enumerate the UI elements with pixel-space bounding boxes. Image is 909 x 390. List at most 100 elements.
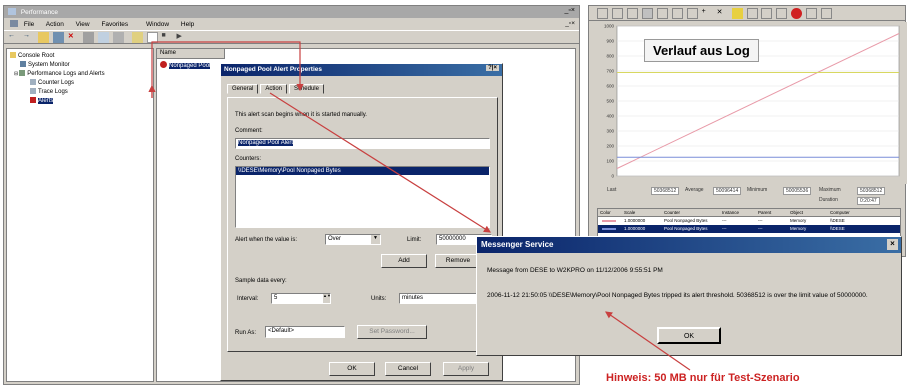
alert-item-icon [160, 61, 167, 68]
menu-action[interactable]: Action [46, 21, 64, 28]
y-tick-label: 800 [606, 54, 614, 59]
tab-general[interactable]: General [227, 84, 259, 94]
counters-list[interactable]: \\DESE\Memory\Pool Nonpaged Bytes [235, 166, 490, 228]
tab-schedule[interactable]: Schedule [288, 84, 324, 94]
view-report-icon[interactable] [686, 8, 698, 19]
ok-button[interactable]: OK [329, 362, 375, 376]
folder-icon [10, 52, 16, 58]
export-list-icon[interactable] [97, 32, 109, 43]
messenger-ok-button[interactable]: OK [657, 327, 721, 344]
remove-button[interactable]: Remove [435, 254, 481, 268]
up-folder-icon[interactable] [37, 32, 49, 43]
set-password-button[interactable]: Set Password... [357, 325, 427, 339]
message-body: 2006-11-12 21:50:05 \\DESE\Memory\Pool N… [487, 292, 868, 299]
tree-console-root[interactable]: Console Root [10, 52, 150, 61]
y-tick-label: 400 [606, 114, 614, 119]
col-parent[interactable]: Parent [758, 210, 771, 215]
col-instance[interactable]: Instance [722, 210, 739, 215]
y-tick-label: 700 [606, 69, 614, 74]
limit-label: Limit: [407, 237, 422, 243]
delete-icon[interactable]: ✕ [68, 32, 79, 43]
tree-counter-logs[interactable]: Counter Logs [10, 79, 150, 88]
dialog-help-close[interactable]: ?|× [486, 65, 499, 71]
clear-display-icon[interactable] [611, 8, 623, 19]
sample-label: Sample data every: [235, 278, 287, 284]
alert-properties-dialog: Nonpaged Pool Alert Properties ?|× Gener… [220, 63, 503, 381]
stop-icon[interactable]: ■ [162, 32, 173, 43]
view-histogram-icon[interactable] [671, 8, 683, 19]
properties-icon[interactable] [82, 32, 94, 43]
start-icon[interactable]: ▶ [176, 32, 187, 43]
menu-window[interactable]: Window [146, 21, 169, 28]
menu-favorites[interactable]: Favorites [101, 21, 128, 28]
new-counter-set-icon[interactable] [597, 8, 608, 19]
menu-view[interactable]: View [76, 21, 90, 28]
inner-window-controls[interactable]: _▫× [565, 20, 575, 27]
add-button[interactable]: Add [381, 254, 427, 268]
apply-button[interactable]: Apply [443, 362, 489, 376]
tree-system-monitor[interactable]: System Monitor [10, 61, 150, 70]
tree-perf-logs-alerts[interactable]: ⊟ Performance Logs and Alerts [10, 70, 150, 79]
help-icon[interactable] [112, 32, 124, 43]
toolbar: ← → ✕ ■ ▶ [4, 30, 579, 44]
runas-field[interactable]: <Default> [265, 326, 345, 338]
chart-toolbar: + ✕ [589, 6, 905, 21]
hint-text: Hinweis: 50 MB nur für Test-Szenario [606, 372, 800, 384]
highlight-icon[interactable] [731, 8, 743, 19]
table-row[interactable]: 1.0000000 Pool Nonpaged Bytes --- --- Me… [598, 225, 900, 233]
interval-field[interactable]: 5 ▲▼ [271, 293, 331, 304]
comment-field[interactable]: Nonpaged Pool Alert [235, 138, 490, 149]
dropdown-arrow-icon[interactable]: ▼ [371, 235, 380, 244]
freeze-display-icon[interactable] [791, 8, 803, 19]
cancel-button[interactable]: Cancel [385, 362, 431, 376]
menu-help[interactable]: Help [181, 21, 194, 28]
window-controls[interactable]: _▫× [565, 7, 575, 14]
new-log-icon[interactable] [131, 32, 143, 43]
col-scale[interactable]: Scale [624, 210, 635, 215]
chart-help-icon[interactable] [821, 8, 833, 19]
row-color-swatch [602, 220, 616, 222]
alert-when-label: Alert when the value is: [235, 237, 298, 243]
y-tick-label: 300 [606, 129, 614, 134]
units-label: Units: [371, 296, 387, 302]
paste-counter-icon[interactable] [761, 8, 773, 19]
back-icon[interactable]: ← [8, 32, 19, 43]
add-counter-icon[interactable]: + [702, 8, 713, 19]
counter-table-header: Color Scale Counter Instance Parent Obje… [598, 209, 900, 217]
tree-alerts[interactable]: Alerts [10, 97, 150, 106]
properties-icon[interactable] [776, 8, 788, 19]
spinner-icon[interactable]: ▲▼ [323, 294, 330, 303]
comment-label: Comment: [235, 128, 263, 134]
view-log-icon[interactable] [641, 8, 653, 19]
menu-bar: File Action View Favorites Window Help _… [4, 18, 579, 30]
menu-file[interactable]: File [24, 21, 34, 28]
list-header[interactable]: Name [157, 49, 225, 59]
update-data-icon[interactable] [806, 8, 818, 19]
view-graph-icon[interactable] [656, 8, 668, 19]
counter-item[interactable]: \\DESE\Memory\Pool Nonpaged Bytes [236, 167, 489, 175]
blank-icon[interactable] [146, 32, 158, 43]
stat-average-label: Average [685, 187, 704, 193]
alert-when-select[interactable]: Over ▼ [325, 234, 381, 245]
view-current-icon[interactable] [626, 8, 638, 19]
col-color[interactable]: Color [600, 210, 611, 215]
stat-minimum-value: 50005536 [783, 187, 812, 195]
col-object[interactable]: Object [790, 210, 803, 215]
tree-trace-logs[interactable]: Trace Logs [10, 88, 150, 97]
collapse-icon[interactable]: ⊟ [14, 71, 18, 77]
close-icon[interactable]: × [887, 239, 898, 250]
interval-label: Interval: [237, 296, 259, 302]
copy-properties-icon[interactable] [746, 8, 758, 19]
monitor-icon [20, 61, 26, 67]
delete-counter-icon[interactable]: ✕ [717, 8, 728, 19]
table-row[interactable]: 1.0000000 Pool Nonpaged Bytes --- --- Me… [598, 217, 900, 225]
units-select[interactable]: minutes [399, 293, 479, 304]
console-tree-icon[interactable] [52, 32, 64, 43]
col-counter[interactable]: Counter [664, 210, 680, 215]
stat-duration-value: 0:20:47 [857, 197, 880, 205]
col-computer[interactable]: Computer [830, 210, 850, 215]
forward-icon[interactable]: → [23, 32, 34, 43]
stat-maximum-label: Maximum [819, 187, 841, 193]
tab-action[interactable]: Action [260, 84, 287, 94]
scan-text: This alert scan begins when it is starte… [235, 112, 367, 118]
